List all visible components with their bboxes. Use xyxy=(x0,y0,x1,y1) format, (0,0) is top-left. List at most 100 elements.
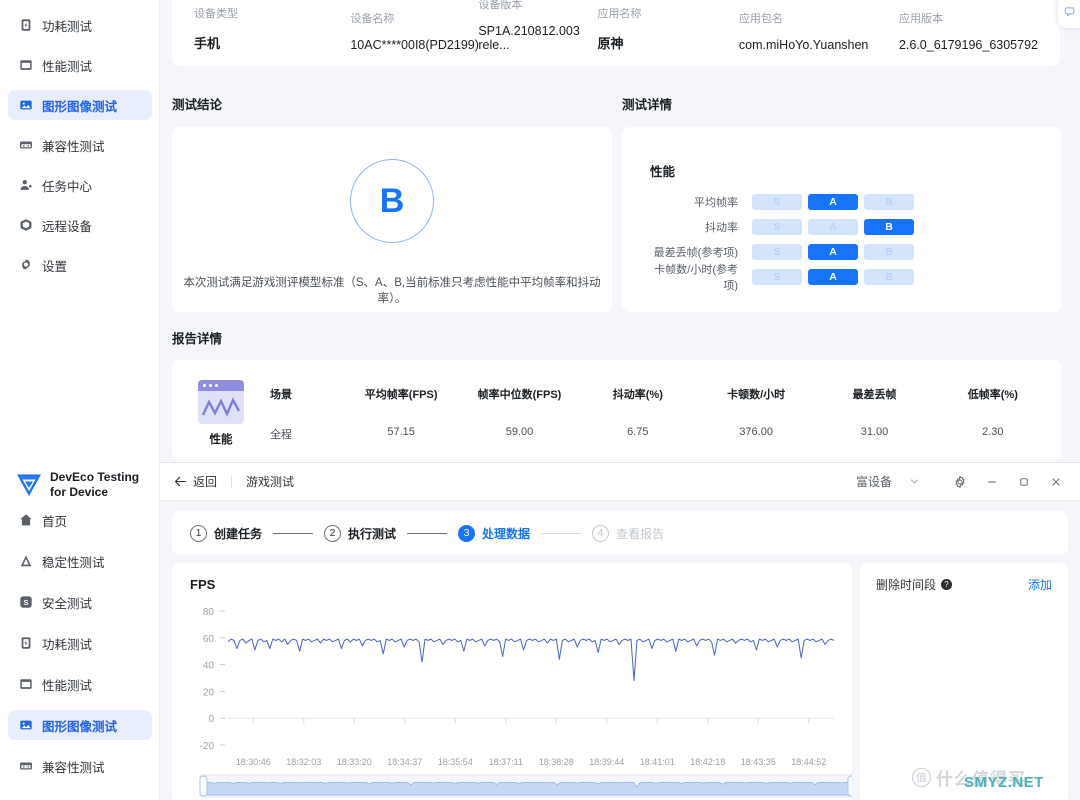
metric-label: 最差丢帧(参考项) xyxy=(653,247,738,259)
sidebar-item-power-test-2[interactable]: 功耗测试 xyxy=(8,628,152,658)
sidebar-item-label: 性能测试 xyxy=(42,59,93,74)
table-header-cell: 低帧率(%) xyxy=(967,389,1018,401)
fps-line-chart[interactable]: 80 60 40 20 0 -20 18:30:46 18:32:03 18:33:20 18:3… xyxy=(172,563,852,800)
gear-icon xyxy=(18,258,33,273)
step-label: 执行测试 xyxy=(348,526,397,541)
table-cell: 57.15 xyxy=(387,426,415,438)
table-header-cell: 平均帧率(FPS) xyxy=(364,389,438,401)
metric-label: 平均帧率 xyxy=(694,197,738,209)
sidebar-item-task-center[interactable]: 任务中心 xyxy=(8,170,152,200)
grade-pill-a[interactable]: A xyxy=(808,269,858,285)
grade-badge: B xyxy=(350,159,434,243)
step-process-data[interactable]: 3 处理数据 xyxy=(458,524,531,542)
sidebar-item-power-test[interactable]: 功耗测试 xyxy=(8,10,152,40)
svg-text:20: 20 xyxy=(203,687,215,698)
grade-pill-a[interactable]: A xyxy=(808,194,858,210)
svg-text:18:38:28: 18:38:28 xyxy=(539,757,574,767)
table-row: 全程 57.15 59.00 6.75 376.00 31.00 2.30 xyxy=(270,402,1052,442)
grade-pill-s[interactable]: S xyxy=(752,194,802,210)
details-title: 测试详情 xyxy=(622,98,673,112)
performance-chart-icon xyxy=(198,379,244,424)
grade-pill-b[interactable]: B xyxy=(864,244,914,260)
device-info-key: 应用版本 xyxy=(898,13,943,25)
device-selector-label[interactable]: 富设备 xyxy=(856,473,892,490)
sidebar-item-compatibility-test[interactable]: 兼容性测试 xyxy=(8,130,152,160)
conclusion-title: 测试结论 xyxy=(172,98,223,112)
chevron-down-icon[interactable] xyxy=(898,468,930,496)
sidebar-item-settings[interactable]: 设置 xyxy=(8,250,152,280)
image-icon xyxy=(18,718,33,733)
arrow-left-icon xyxy=(174,475,187,488)
sidebar-item-label: 兼容性测试 xyxy=(42,760,105,775)
sidebar-item-remote-device[interactable]: 远程设备 xyxy=(8,210,152,240)
sidebar-item-compatibility-test-2[interactable]: 兼容性测试 xyxy=(8,751,152,781)
grade-pill-s[interactable]: S xyxy=(752,244,802,260)
minimize-icon[interactable] xyxy=(976,468,1008,496)
device-info-key: 应用包名 xyxy=(738,13,783,25)
grade-pill-a[interactable]: A xyxy=(808,219,858,235)
svg-text:40: 40 xyxy=(203,661,215,672)
svg-text:18:30:46: 18:30:46 xyxy=(236,757,271,767)
sidebar-item-graphics-test[interactable]: 图形图像测试 xyxy=(8,90,152,120)
grade-pill-s[interactable]: S xyxy=(752,219,802,235)
grade-pill-b[interactable]: B xyxy=(864,219,914,235)
grade-pill-b[interactable]: B xyxy=(864,269,914,285)
svg-text:18:43:35: 18:43:35 xyxy=(741,757,776,767)
gear-icon[interactable] xyxy=(944,468,976,496)
sidebar-item-label: 首页 xyxy=(42,514,68,529)
sidebar-item-performance-test-2[interactable]: 性能测试 xyxy=(8,669,152,699)
window-title: 游戏测试 xyxy=(246,475,295,489)
back-label: 返回 xyxy=(193,475,218,489)
svg-text:S: S xyxy=(23,598,28,607)
gauge-icon xyxy=(18,58,33,73)
grade-pill-a[interactable]: A xyxy=(808,244,858,260)
fps-chart-card: FPS 80 60 40 20 0 -20 18:30:46 18:32:03 18:33:20… xyxy=(172,563,852,800)
device-info-key: 设备类型 xyxy=(194,8,238,20)
chart-title: FPS xyxy=(190,577,216,592)
sidebar-item-performance-test[interactable]: 性能测试 xyxy=(8,50,152,80)
device-info-column: 设备版本 SP1A.210812.003 rele... xyxy=(478,0,597,52)
float-tab-help[interactable] xyxy=(1058,0,1080,28)
step-create-task[interactable]: 1 创建任务 xyxy=(190,524,262,542)
compat-icon xyxy=(18,759,33,774)
step-view-report[interactable]: 4 查看报告 xyxy=(592,524,664,542)
table-header-cell: 卡顿数/小时 xyxy=(727,389,786,401)
step-number: 1 xyxy=(190,524,207,542)
svg-text:18:32:03: 18:32:03 xyxy=(286,757,321,767)
sidebar-item-label: 功耗测试 xyxy=(42,19,93,34)
sidebar-item-label: 远程设备 xyxy=(42,219,93,234)
maximize-icon[interactable] xyxy=(1008,468,1040,496)
grade-pill-s[interactable]: S xyxy=(752,269,802,285)
sidebar-item-graphics-test-2[interactable]: 图形图像测试 xyxy=(8,710,152,740)
back-button[interactable]: 返回 xyxy=(174,473,217,490)
gauge-icon xyxy=(18,677,33,692)
table-header-row: 场景 平均帧率(FPS) 帧率中位数(FPS) 抖动率(%) 卡顿数/小时 最差… xyxy=(270,360,1052,402)
device-info-value: 原神 xyxy=(597,36,624,51)
app-logo-text: DevEco Testing for Device xyxy=(50,470,139,499)
sidebar-item-home[interactable]: 首页 xyxy=(8,505,152,535)
table-cell: 59.00 xyxy=(505,426,534,438)
add-button[interactable]: 添加 xyxy=(1028,576,1052,593)
grade-pill-b[interactable]: B xyxy=(864,194,914,210)
report-title: 报告详情 xyxy=(172,332,223,346)
device-info-value: com.miHoYo.Yuanshen xyxy=(738,38,869,52)
metric-row: 最差丢帧(参考项) S A B xyxy=(650,241,1062,263)
sidebar-item-label: 图形图像测试 xyxy=(42,719,118,734)
sidebar-item-security-test[interactable]: S 安全测试 xyxy=(8,587,152,617)
svg-text:-20: -20 xyxy=(200,741,215,752)
device-info-key: 设备名称 xyxy=(350,13,395,25)
step-label: 处理数据 xyxy=(482,526,531,541)
step-number: 2 xyxy=(324,524,342,542)
help-icon[interactable]: ? xyxy=(941,579,953,590)
details-section: 测试详情 性能 平均帧率 S A B 抖动率 S A B 最差丢帧(参考项) S… xyxy=(622,94,1062,312)
device-info-card: 设备类型 手机 设备名称 10AC****00I8(PD2199) 设备版本 S… xyxy=(172,0,1060,66)
step-run-test[interactable]: 2 执行测试 xyxy=(324,524,397,542)
svg-text:60: 60 xyxy=(203,634,215,645)
lower-window: 返回 游戏测试 富设备 1 创建任务 2 执行测试 3 处理数据 4 查看报告 … xyxy=(160,462,1080,800)
sidebar-item-label: 功耗测试 xyxy=(42,637,93,652)
sidebar-item-stability-test[interactable]: 稳定性测试 xyxy=(8,546,152,576)
step-connector xyxy=(273,532,314,534)
conclusion-section: 测试结论 B 本次测试满足游戏测评模型标准（S、A、B,当前标准只考虑性能中平均… xyxy=(172,94,612,312)
close-icon[interactable] xyxy=(1040,468,1072,496)
report-section: 报告详情 性能 场景 平均帧率(FPS) 帧率中位数(FPS) 抖动率(%) 卡… xyxy=(172,328,1062,460)
